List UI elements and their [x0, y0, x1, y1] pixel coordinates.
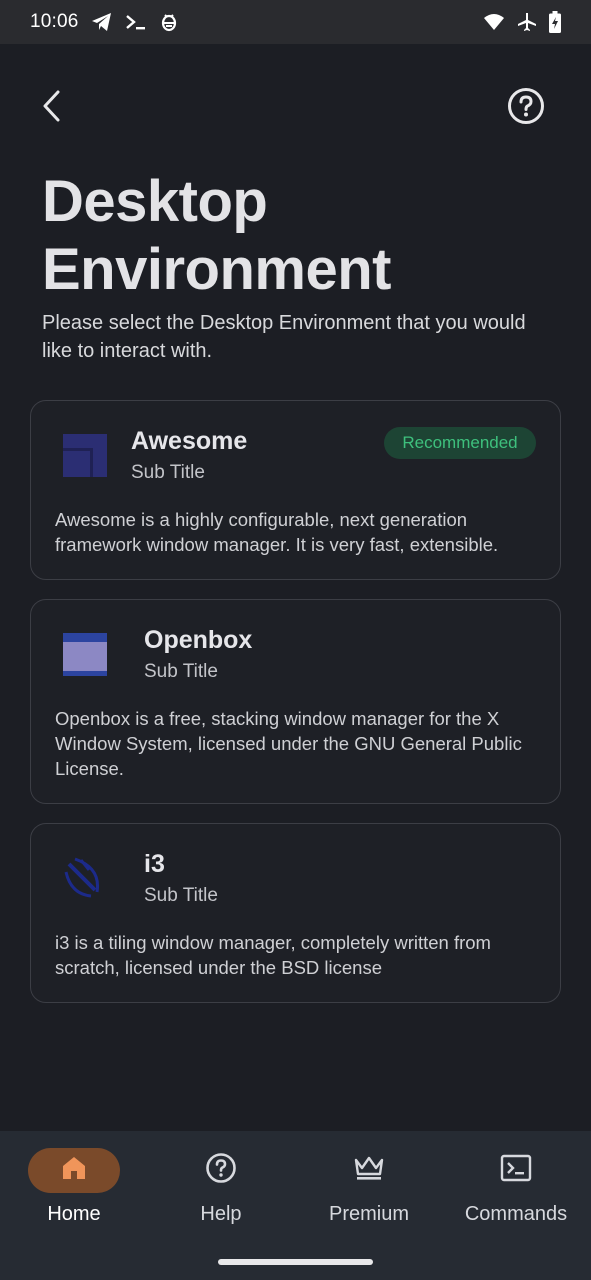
card-description: Awesome is a highly configurable, next g…: [55, 509, 499, 555]
nav-active-pill: [28, 1148, 120, 1193]
page-title: Desktop Environment: [42, 169, 392, 302]
status-right: [483, 11, 561, 33]
nav-item-premium[interactable]: Premium: [295, 1148, 443, 1248]
awesome-logo-icon: [61, 431, 107, 477]
nav-item-help[interactable]: Help: [147, 1148, 295, 1248]
home-icon: [60, 1154, 88, 1187]
i3-logo-icon: [61, 854, 107, 900]
crown-icon: [353, 1154, 385, 1187]
battery-charging-icon: [549, 11, 561, 33]
help-button[interactable]: [505, 87, 547, 129]
help-circle-icon: [205, 1152, 237, 1189]
nav-label: Commands: [464, 1203, 568, 1225]
telegram-icon: [91, 12, 113, 32]
environment-card-i3[interactable]: i3 Sub Title i3 is a tiling window manag…: [30, 823, 561, 1003]
gesture-home-indicator[interactable]: [218, 1259, 373, 1265]
airplane-icon: [517, 12, 537, 32]
card-title: Awesome: [131, 427, 248, 455]
environment-card-openbox[interactable]: Openbox Sub Title Openbox is a free, sta…: [30, 599, 561, 804]
nav-label: Help: [200, 1203, 242, 1225]
nav-label: Premium: [328, 1203, 409, 1225]
terminal-prompt-icon: [125, 13, 147, 31]
wifi-icon: [483, 13, 505, 31]
card-title: i3: [144, 850, 165, 878]
terminal-icon: [500, 1154, 532, 1187]
card-description: Openbox is a free, stacking window manag…: [55, 708, 522, 779]
help-circle-icon: [507, 87, 545, 130]
nav-item-commands[interactable]: Commands: [442, 1148, 590, 1248]
bottom-navigation: Home Help Premium Commands: [0, 1131, 591, 1280]
status-left: 10:06: [30, 11, 179, 33]
recommended-badge: Recommended: [384, 427, 536, 459]
card-subtitle: Sub Title: [144, 661, 218, 682]
card-description: i3 is a tiling window manager, completel…: [55, 932, 491, 978]
status-bar: 10:06: [0, 0, 591, 44]
bug-icon: [159, 12, 179, 32]
back-button[interactable]: [32, 88, 72, 128]
environment-card-awesome[interactable]: Awesome Sub Title Recommended Awesome is…: [30, 400, 561, 580]
openbox-logo-icon: [61, 630, 107, 676]
nav-label: Home: [47, 1203, 101, 1225]
status-time: 10:06: [30, 11, 79, 32]
page-subtitle: Please select the Desktop Environment th…: [42, 312, 526, 362]
card-subtitle: Sub Title: [131, 462, 205, 483]
card-title: Openbox: [144, 626, 253, 654]
chevron-left-icon: [40, 89, 64, 128]
card-subtitle: Sub Title: [144, 885, 218, 906]
nav-item-home[interactable]: Home: [0, 1148, 148, 1248]
